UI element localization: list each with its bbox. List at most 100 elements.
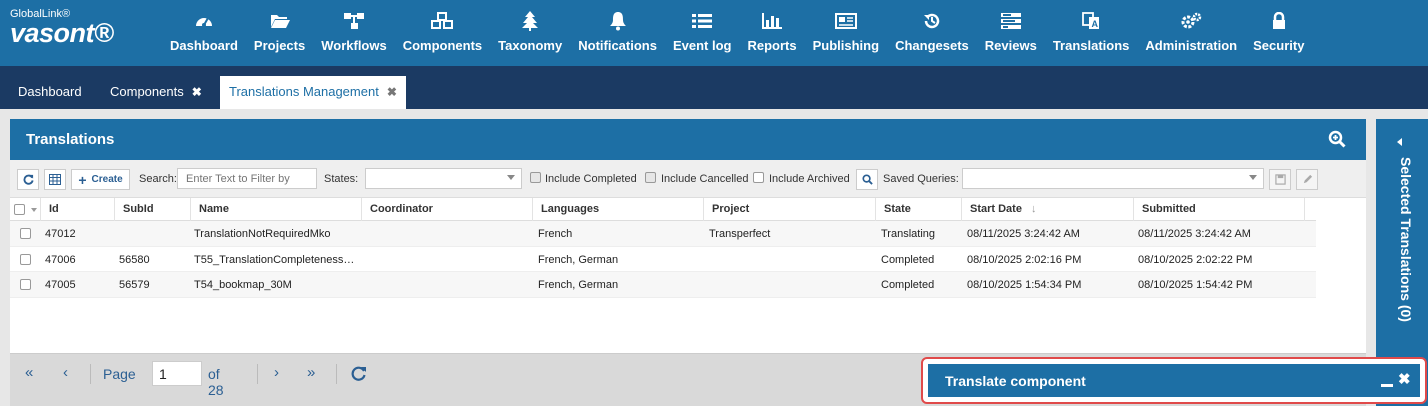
tasks-icon <box>1000 10 1021 32</box>
include-completed-checkbox[interactable] <box>530 172 541 183</box>
include-archived-checkbox[interactable] <box>753 172 764 183</box>
translate-icon: A <box>1082 10 1100 32</box>
column-header-id[interactable]: Id <box>40 198 118 221</box>
vasont-logo[interactable]: GlobalLink® vasont® <box>10 8 114 47</box>
nav-changesets[interactable]: Changesets <box>887 0 977 66</box>
refresh-icon <box>23 174 34 185</box>
tab-translations-management[interactable]: Translations Management ✖ <box>220 76 406 109</box>
create-button[interactable]: + Create <box>71 169 130 190</box>
row-checkbox[interactable] <box>20 228 31 239</box>
top-navbar: GlobalLink® vasont® Dashboard Projects W… <box>0 0 1428 66</box>
zoom-in-icon[interactable] <box>1328 130 1346 153</box>
next-page-icon[interactable]: › <box>274 364 279 381</box>
pager-divider <box>90 364 91 384</box>
nav-taxonomy[interactable]: Taxonomy <box>490 0 570 66</box>
grid-body: 47012 TranslationNotRequiredMko French T… <box>10 221 1316 298</box>
column-header-name[interactable]: Name <box>190 198 362 221</box>
nav-administration[interactable]: Administration <box>1137 0 1245 66</box>
dashboard-icon <box>194 10 214 32</box>
refresh-icon[interactable] <box>351 365 367 385</box>
column-header-coordinator[interactable]: Coordinator <box>361 198 533 221</box>
save-icon <box>1274 174 1286 185</box>
minimize-icon[interactable] <box>1381 384 1393 387</box>
cubes-icon <box>431 10 454 32</box>
table-row[interactable]: 47005 56579 T54_bookmap_30M French, Germ… <box>10 272 1316 298</box>
table-row[interactable]: 47012 TranslationNotRequiredMko French T… <box>10 221 1316 247</box>
cell-languages: French, German <box>538 253 619 266</box>
cell-name: T55_TranslationCompletenessR... <box>194 253 360 266</box>
nav-label: Dashboard <box>170 38 238 53</box>
column-header-project[interactable]: Project <box>703 198 876 221</box>
tab-components[interactable]: Components ✖ <box>101 76 211 109</box>
cell-id: 47006 <box>45 253 76 266</box>
tab-dashboard[interactable]: Dashboard <box>9 76 91 109</box>
row-checkbox[interactable] <box>20 253 31 265</box>
close-icon[interactable]: ✖ <box>1398 370 1411 388</box>
nav-reviews[interactable]: Reviews <box>977 0 1045 66</box>
gears-icon <box>1180 10 1202 32</box>
nav-label: Changesets <box>895 38 969 53</box>
table-row[interactable]: 47006 56580 T55_TranslationCompletenessR… <box>10 247 1316 272</box>
nav-label: Taxonomy <box>498 38 563 53</box>
include-completed-label: Include Completed <box>545 173 637 185</box>
column-header-languages[interactable]: Languages <box>532 198 704 221</box>
close-icon[interactable]: ✖ <box>387 85 397 99</box>
include-cancelled-checkbox[interactable] <box>645 172 656 183</box>
nav-security[interactable]: Security <box>1245 0 1312 66</box>
pager-divider <box>336 364 337 384</box>
main-menu: Dashboard Projects Workflows Components … <box>162 0 1312 66</box>
pager-divider <box>257 364 258 384</box>
search-label: Search: <box>139 173 177 185</box>
saved-queries-select[interactable] <box>962 168 1264 189</box>
nav-label: Projects <box>253 38 306 53</box>
page-number-input[interactable] <box>152 361 202 386</box>
column-header-subid[interactable]: SubId <box>114 198 191 221</box>
translations-grid: Id SubId Name Coordinator Languages Proj… <box>10 198 1316 298</box>
column-header-label: Start Date <box>970 203 1022 215</box>
save-query-button[interactable] <box>1269 169 1291 190</box>
column-header-submitted[interactable]: Submitted <box>1133 198 1305 221</box>
saved-queries-label: Saved Queries: <box>883 173 959 185</box>
workflow-icon <box>343 10 365 32</box>
nav-reports[interactable]: Reports <box>739 0 804 66</box>
cell-state: Completed <box>881 253 935 266</box>
chevron-down-icon[interactable] <box>31 208 37 212</box>
nav-workflows[interactable]: Workflows <box>313 0 395 66</box>
states-select[interactable] <box>365 168 522 189</box>
edit-query-button[interactable] <box>1296 169 1318 190</box>
nav-label: Notifications <box>578 38 657 53</box>
nav-components[interactable]: Components <box>395 0 490 66</box>
expand-left-icon <box>1397 138 1402 146</box>
columns-button[interactable] <box>44 169 66 190</box>
close-icon[interactable]: ✖ <box>192 85 202 99</box>
previous-page-icon[interactable]: ‹ <box>63 364 68 381</box>
column-header-state[interactable]: State <box>875 198 962 221</box>
row-checkbox[interactable] <box>20 279 31 290</box>
cell-start-date: 08/10/2025 1:54:34 PM <box>967 279 1082 291</box>
search-input[interactable] <box>177 168 317 189</box>
cell-coordinator <box>362 247 530 272</box>
nav-event-log[interactable]: Event log <box>665 0 740 66</box>
plus-icon: + <box>78 171 87 188</box>
select-all-checkbox[interactable] <box>14 204 25 215</box>
cell-subid <box>115 221 189 246</box>
last-page-icon[interactable]: » <box>307 364 315 381</box>
first-page-icon[interactable]: « <box>25 364 33 381</box>
refresh-button[interactable] <box>17 169 39 190</box>
nav-publishing[interactable]: Publishing <box>805 0 887 66</box>
nav-translations[interactable]: A Translations <box>1045 0 1138 66</box>
nav-label: Workflows <box>321 38 387 53</box>
search-button[interactable] <box>856 169 878 190</box>
nav-dashboard[interactable]: Dashboard <box>162 0 246 66</box>
create-label: Create <box>91 174 123 185</box>
include-cancelled-label: Include Cancelled <box>661 173 749 185</box>
cell-subid: 56579 <box>119 279 150 291</box>
nav-projects[interactable]: Projects <box>246 0 313 66</box>
nav-notifications[interactable]: Notifications <box>570 0 665 66</box>
nav-label: Security <box>1253 38 1305 53</box>
column-header-start-date[interactable]: Start Date ↓ <box>961 198 1134 221</box>
selected-translations-label: Selected Translations (0) <box>1398 157 1414 322</box>
history-icon <box>923 10 941 32</box>
cell-name: TranslationNotRequiredMko <box>194 228 331 240</box>
dialog-title: Translate component <box>945 373 1086 389</box>
